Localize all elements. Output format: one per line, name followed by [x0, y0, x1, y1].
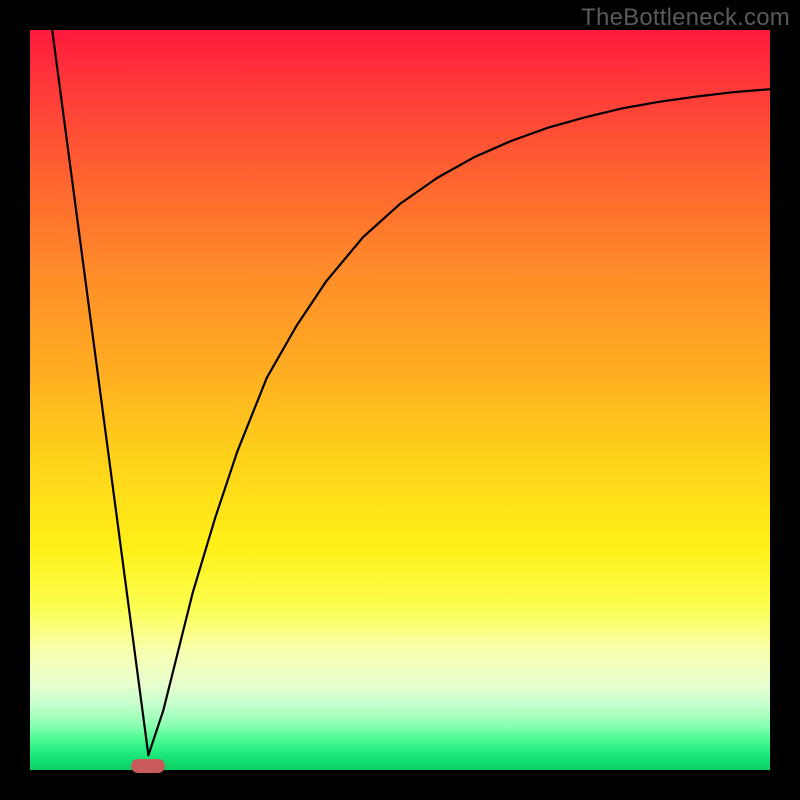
- watermark-text: TheBottleneck.com: [581, 4, 790, 32]
- optimum-marker: [131, 759, 165, 773]
- curve-right-segment: [148, 89, 770, 755]
- plot-area: [30, 30, 770, 770]
- curve-left-segment: [52, 30, 148, 755]
- curve-svg: [30, 30, 770, 770]
- chart-frame: TheBottleneck.com: [0, 0, 800, 800]
